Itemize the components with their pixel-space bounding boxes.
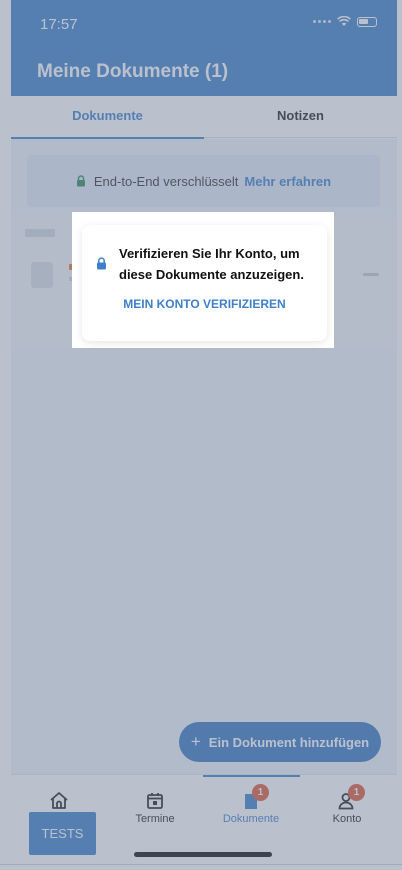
app-screen: 17:57 Meine Dokumente (1) Dokumente Noti…	[0, 0, 402, 870]
verify-account-dialog: Verifizieren Sie Ihr Konto, um diese Dok…	[82, 225, 327, 341]
verify-account-button[interactable]: MEIN KONTO VERIFIZIEREN	[82, 297, 327, 311]
verify-message: Verifizieren Sie Ihr Konto, um diese Dok…	[119, 246, 304, 282]
lock-icon	[97, 257, 106, 270]
modal-backdrop[interactable]	[0, 0, 402, 870]
